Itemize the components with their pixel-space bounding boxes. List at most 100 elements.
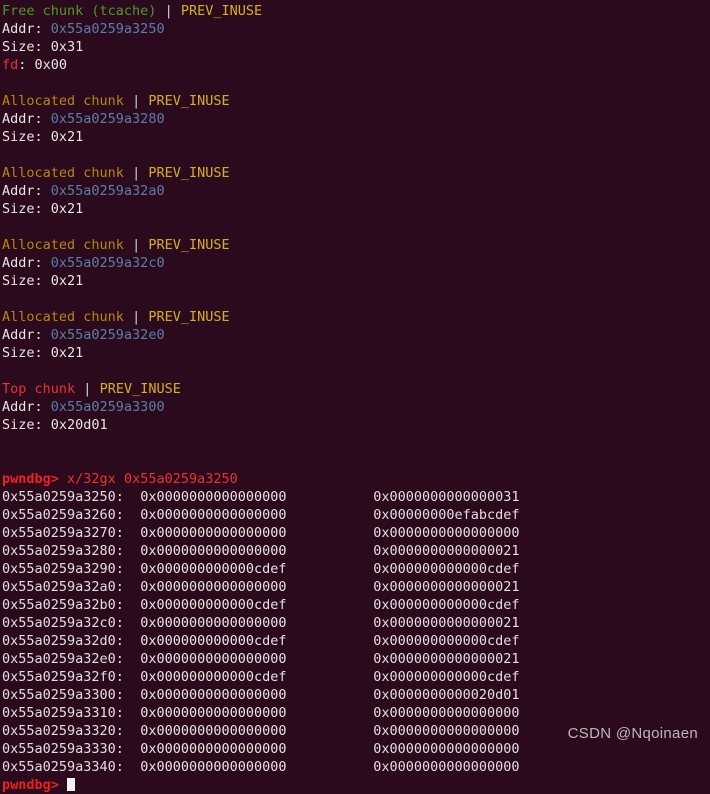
- dump-row-value-1: 0x000000000000cdef: [140, 633, 287, 649]
- chunk-flag: PREV_INUSE: [148, 93, 230, 109]
- memory-dump-row: 0x55a0259a3280: 0x0000000000000000 0x0000…: [2, 542, 710, 560]
- fd-label: fd: [2, 57, 19, 73]
- dump-row-value-2: 0x0000000000000000: [373, 741, 520, 757]
- dump-row-value-2: 0x000000000000cdef: [373, 633, 520, 649]
- addr-value: 0x55a0259a3250: [50, 21, 165, 37]
- final-prompt-line[interactable]: pwndbg>: [2, 776, 710, 794]
- dump-row-value-1: 0x0000000000000000: [140, 651, 287, 667]
- shell-prompt: pwndbg>: [2, 777, 59, 793]
- fd-separator: :: [18, 57, 35, 73]
- dump-row-value-2: 0x0000000000020d01: [373, 687, 520, 703]
- memory-dump-row: 0x55a0259a3250: 0x0000000000000000 0x0000…: [2, 488, 710, 506]
- text-cursor[interactable]: [67, 778, 76, 791]
- chunk-header: Allocated chunk | PREV_INUSE: [2, 92, 710, 110]
- dump-row-address: 0x55a0259a3300:: [2, 687, 124, 703]
- memory-dump-row: 0x55a0259a32f0: 0x000000000000cdef 0x0000…: [2, 668, 710, 686]
- chunk-flag: PREV_INUSE: [180, 3, 263, 19]
- addr-label: Addr:: [2, 111, 43, 127]
- chunk-addr-line: Addr: 0x55a0259a32e0: [2, 326, 710, 344]
- chunk-size-line: Size: 0x31: [2, 38, 710, 56]
- chunk-type-label: Allocated chunk: [2, 165, 124, 181]
- terminal-screen[interactable]: Free chunk (tcache) | PREV_INUSE Addr: 0…: [2, 2, 710, 793]
- dump-row-value-2: 0x000000000000cdef: [373, 669, 520, 685]
- chunk-flag: PREV_INUSE: [148, 237, 230, 253]
- size-label: Size:: [2, 273, 43, 289]
- memory-dump-row: 0x55a0259a3260: 0x0000000000000000 0x0000…: [2, 506, 710, 524]
- dump-row-address: 0x55a0259a32c0:: [2, 615, 124, 631]
- chunk-header: Allocated chunk | PREV_INUSE: [2, 308, 710, 326]
- dump-row-value-2: 0x0000000000000021: [373, 615, 520, 631]
- dump-row-value-1: 0x000000000000cdef: [140, 597, 287, 613]
- dump-row-address: 0x55a0259a3260:: [2, 507, 124, 523]
- size-label: Size:: [2, 345, 43, 361]
- dump-row-address: 0x55a0259a3310:: [2, 705, 124, 721]
- dump-row-value-2: 0x0000000000000000: [373, 525, 520, 541]
- chunk-size-line: Size: 0x20d01: [2, 416, 710, 434]
- watermark: CSDN @Nqoinaen: [567, 725, 698, 742]
- chunk-fd-line: fd: 0x00: [2, 56, 710, 74]
- dump-row-address: 0x55a0259a3290:: [2, 561, 124, 577]
- memory-dump-row: 0x55a0259a32b0: 0x000000000000cdef 0x0000…: [2, 596, 710, 614]
- chunk-header: Allocated chunk | PREV_INUSE: [2, 164, 710, 182]
- dump-row-value-1: 0x0000000000000000: [140, 705, 287, 721]
- dump-row-value-1: 0x0000000000000000: [140, 507, 287, 523]
- dump-row-value-1: 0x0000000000000000: [140, 615, 287, 631]
- dump-row-value-1: 0x0000000000000000: [140, 759, 287, 775]
- addr-label: Addr:: [2, 399, 43, 415]
- chunk-type-label: Allocated chunk: [2, 93, 124, 109]
- chunk-flag: PREV_INUSE: [99, 381, 181, 397]
- chunk-size-line: Size: 0x21: [2, 344, 710, 362]
- addr-value: 0x55a0259a32a0: [50, 183, 165, 199]
- dump-row-address: 0x55a0259a3320:: [2, 723, 124, 739]
- dump-row-value-2: 0x0000000000000000: [373, 759, 520, 775]
- dump-row-address: 0x55a0259a32a0:: [2, 579, 124, 595]
- chunk-size-line: Size: 0x21: [2, 128, 710, 146]
- memory-dump-row: 0x55a0259a3290: 0x000000000000cdef 0x0000…: [2, 560, 710, 578]
- terminal-window[interactable]: Free chunk (tcache) | PREV_INUSE Addr: 0…: [0, 0, 710, 793]
- command-line[interactable]: pwndbg> x/32gx 0x55a0259a3250: [2, 470, 710, 488]
- chunk-separator: |: [132, 309, 141, 325]
- dump-row-value-2: 0x0000000000000021: [373, 579, 520, 595]
- fd-value: 0x00: [34, 57, 68, 73]
- dump-row-value-1: 0x000000000000cdef: [140, 561, 287, 577]
- addr-value: 0x55a0259a3300: [50, 399, 165, 415]
- memory-dump-row: 0x55a0259a32e0: 0x0000000000000000 0x0000…: [2, 650, 710, 668]
- size-label: Size:: [2, 417, 43, 433]
- memory-dump-row: 0x55a0259a3300: 0x0000000000000000 0x0000…: [2, 686, 710, 704]
- command-text: x/32gx 0x55a0259a3250: [67, 471, 238, 487]
- chunk-header: Free chunk (tcache) | PREV_INUSE: [2, 2, 710, 20]
- memory-dump-row: 0x55a0259a32a0: 0x0000000000000000 0x0000…: [2, 578, 710, 596]
- chunk-flag: PREV_INUSE: [148, 165, 230, 181]
- size-value: 0x21: [50, 129, 84, 145]
- chunk-type-label: Top chunk: [2, 381, 76, 397]
- chunk-flag: PREV_INUSE: [148, 309, 230, 325]
- dump-row-value-2: 0x0000000000000031: [373, 489, 520, 505]
- chunk-separator: |: [132, 93, 141, 109]
- dump-row-value-1: 0x0000000000000000: [140, 543, 287, 559]
- memory-dump-row: 0x55a0259a3310: 0x0000000000000000 0x0000…: [2, 704, 710, 722]
- chunk-header-space: [156, 3, 164, 19]
- dump-row-value-2: 0x00000000efabcdef: [373, 507, 520, 523]
- dump-row-value-1: 0x000000000000cdef: [140, 669, 287, 685]
- size-label: Size:: [2, 129, 43, 145]
- shell-prompt: pwndbg>: [2, 471, 59, 487]
- dump-row-value-2: 0x0000000000000021: [373, 543, 520, 559]
- memory-dump-row: 0x55a0259a3270: 0x0000000000000000 0x0000…: [2, 524, 710, 542]
- chunk-type-label: Allocated chunk: [2, 237, 124, 253]
- dump-row-address: 0x55a0259a32b0:: [2, 597, 124, 613]
- dump-row-value-2: 0x000000000000cdef: [373, 561, 520, 577]
- chunk-separator: |: [132, 237, 141, 253]
- chunk-separator: |: [164, 3, 173, 19]
- memory-dump-row: 0x55a0259a3330: 0x0000000000000000 0x0000…: [2, 740, 710, 758]
- dump-row-value-1: 0x0000000000000000: [140, 741, 287, 757]
- dump-row-value-1: 0x0000000000000000: [140, 489, 287, 505]
- dump-row-value-2: 0x0000000000000000: [373, 705, 520, 721]
- size-value: 0x31: [50, 39, 84, 55]
- addr-label: Addr:: [2, 255, 43, 271]
- size-value: 0x21: [50, 345, 84, 361]
